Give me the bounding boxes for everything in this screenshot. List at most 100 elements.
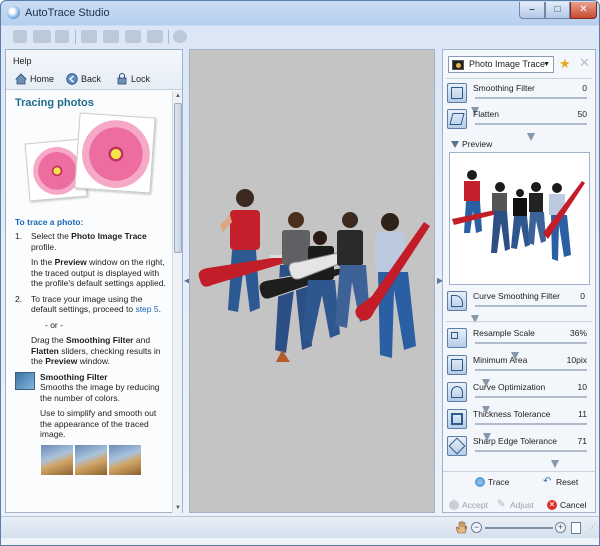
thumbnail-image [109,444,141,475]
curve-optimization-slider[interactable]: Curve Optimization 10 [447,381,593,414]
thickness-tolerance-value: 11 [578,409,587,419]
stamp-icon[interactable] [125,30,141,43]
info-icon[interactable] [173,30,187,43]
example-thumbnails [15,444,168,477]
close-button[interactable]: ✕ [570,2,597,19]
accept-button[interactable]: Accept [449,499,488,511]
back-button[interactable]: Back [66,72,101,86]
slider-track[interactable] [475,123,587,141]
scroll-thumb[interactable] [174,103,182,253]
help-scrollbar[interactable]: ▲ ▼ [172,91,182,513]
home-icon [15,73,27,85]
slider-track[interactable] [475,423,587,441]
smoothing-filter-value: 0 [582,83,587,93]
sharp-edge-tolerance-slider[interactable]: Sharp Edge Tolerance 71 [447,435,593,468]
merge-icon[interactable] [33,30,51,43]
slider-track[interactable] [471,305,587,323]
curve-optimization-value: 10 [577,382,587,392]
flatten-label: Flatten [473,109,499,119]
title-bar: AutoTrace Studio – □ ✕ [1,1,599,25]
home-button[interactable]: Home [15,72,54,86]
cancel-button[interactable]: ✕ Cancel [547,499,586,511]
scroll-down-icon[interactable]: ▼ [174,504,182,512]
favorite-star-icon[interactable]: ★ [559,56,571,72]
new-icon[interactable] [13,30,27,43]
help-step-2: 2. To trace your image using the default… [15,294,168,315]
tip-text: Smooths the image by reducing the number… [40,382,160,403]
flatten-slider[interactable]: Flatten 50 [447,108,593,141]
para-text: and [133,335,151,345]
zoom-slider[interactable] [485,527,553,529]
back-label: Back [81,74,102,84]
reset-button[interactable]: ↶ Reset [543,476,578,488]
scroll-up-icon[interactable]: ▲ [174,92,182,100]
profile-dropdown[interactable]: Photo Image Trace ▼ [448,56,554,73]
slider-track[interactable] [475,396,587,414]
help-subheading: To trace a photo: [15,217,84,227]
traced-preview [452,170,585,261]
slider-track[interactable] [475,369,587,387]
slider-track[interactable] [471,97,587,115]
curve-optimization-label: Curve Optimization [473,382,546,392]
para-bold: Preview [54,257,87,267]
zoom-out-icon[interactable]: − [471,522,482,533]
home-label: Home [30,74,55,84]
minimum-area-label: Minimum Area [473,355,528,365]
slider-track[interactable] [475,450,587,468]
curve-smoothing-slider[interactable]: Curve Smoothing Filter [447,290,593,323]
preview-toggle[interactable]: Preview [451,139,492,149]
collapse-left-icon[interactable]: ◀ [184,276,190,286]
delete-profile-icon[interactable]: ✕ [579,55,590,71]
resample-scale-slider[interactable]: Resample Scale 36% [447,327,593,360]
app-icon [7,6,20,19]
lock-label: Lock [131,74,151,84]
main-toolbar [5,27,595,47]
adjust-button[interactable]: ✎ Adjust [497,499,534,511]
curve-optimization-icon [447,382,467,402]
layers-icon[interactable] [147,30,163,43]
cancel-label: Cancel [560,500,587,510]
help-header: Help Home Back Lock [6,50,182,90]
divider [443,471,595,472]
adjust-icon: ✎ [497,499,506,510]
reset-icon: ↶ [543,476,552,487]
smoothing-filter-label: Smoothing Filter [473,83,535,93]
help-document: Tracing photos To trace a photo: 1. Sele… [6,91,172,513]
slider-thumb[interactable] [527,133,535,141]
tip-title: Smoothing Filter [40,371,108,382]
resize-grip-icon[interactable]: ⋰ [589,524,596,535]
photo-card-front [74,112,156,194]
flowers-illustration [19,112,159,209]
split-icon[interactable] [55,30,69,43]
step-text: . [158,304,161,314]
smoothing-tip: Smoothing Filter Smooths the image by re… [15,371,168,404]
minimize-button[interactable]: – [519,2,545,19]
step-5-link[interactable]: step 5 [135,304,158,314]
help-paragraph: Drag the Smoothing Filter and Flatten sl… [15,335,168,367]
minimum-area-slider[interactable]: Minimum Area 10pix [447,354,593,387]
help-paragraph: In the Preview window on the right, the … [15,257,168,289]
step-text: Select the [31,231,72,241]
minimum-area-icon [447,355,467,375]
para-text: window. [77,356,110,366]
slider-thumb[interactable] [550,460,559,468]
tip-more: Use to simplify and smooth out the appea… [40,408,157,439]
image-canvas[interactable] [189,49,435,513]
daisy-image [79,117,153,191]
hand-pan-icon[interactable] [455,521,467,534]
image-icon[interactable] [81,30,97,43]
thumbnail-image [75,444,107,475]
smoothing-filter-slider[interactable]: Smoothing Filter 0 [447,82,593,115]
help-title: Help [13,56,32,66]
sharp-edge-tolerance-label: Sharp Edge Tolerance [473,436,557,446]
thickness-tolerance-slider[interactable]: Thickness Tolerance 11 [447,408,593,441]
zoom-in-icon[interactable]: + [555,522,566,533]
slider-track[interactable] [475,342,587,360]
lock-button[interactable]: Lock [116,72,150,86]
trace-button[interactable]: Trace [475,476,509,488]
page-fit-icon[interactable] [571,522,581,534]
envelope-icon[interactable] [103,30,119,43]
cancel-icon: ✕ [547,500,557,510]
collapse-right-icon[interactable]: ▶ [437,276,443,286]
maximize-button[interactable]: □ [545,2,570,19]
